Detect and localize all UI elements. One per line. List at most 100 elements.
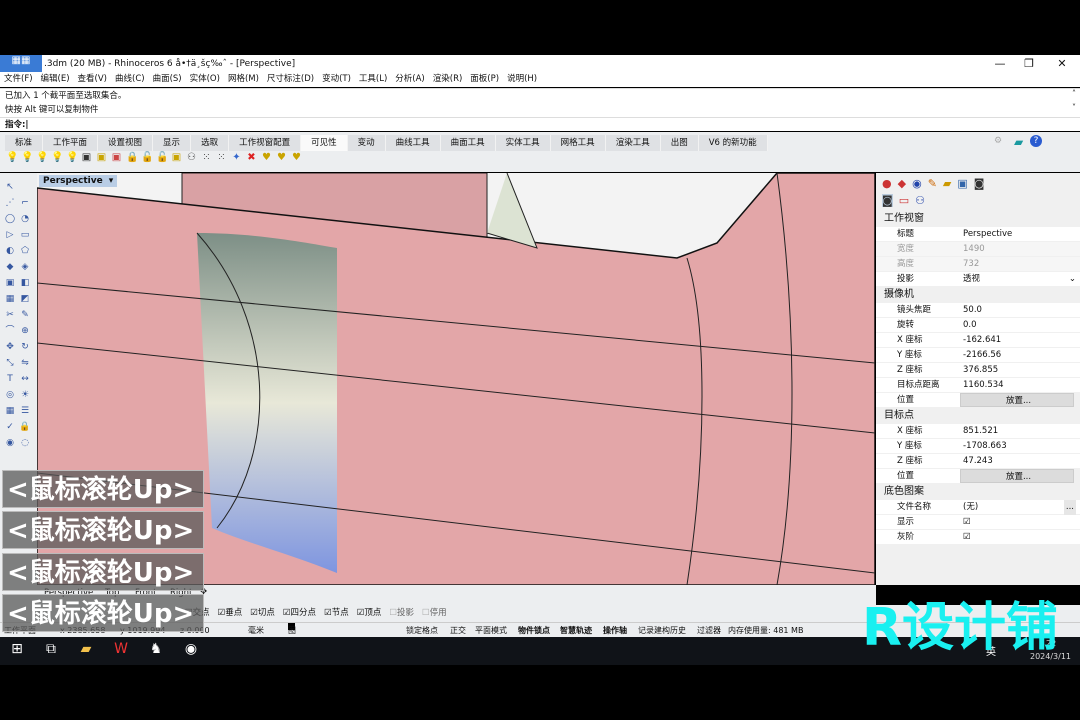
chevron-down-icon[interactable]: ▾ <box>109 176 114 186</box>
polyline-icon[interactable]: ⌐ <box>19 197 31 209</box>
shield-icon[interactable]: ♥ <box>291 152 302 164</box>
menu-help[interactable]: 说明(H) <box>507 72 537 87</box>
close-button[interactable]: ✕ <box>1047 55 1077 72</box>
checkbox-icon[interactable]: ☐ <box>422 608 430 618</box>
menu-curve[interactable]: 曲线(C) <box>115 72 145 87</box>
viewport-title[interactable]: Perspective ▾ <box>39 175 118 187</box>
obs-record-icon[interactable]: ◉ <box>180 641 202 661</box>
show-all-in-detail-icon[interactable]: ▣ <box>111 152 122 164</box>
surface-icon[interactable]: ◆ <box>4 261 16 273</box>
property-value[interactable]: ☑ <box>960 515 1080 529</box>
grid-icon[interactable]: ▦ <box>4 405 16 417</box>
tab-select[interactable]: 选取 <box>191 135 230 151</box>
restore-button[interactable]: ❐ <box>1014 55 1044 72</box>
show-selected-icon[interactable]: 💡 <box>36 152 48 164</box>
menu-solid[interactable]: 实体(O) <box>190 72 220 87</box>
unlock-selected-icon[interactable]: 🔓 <box>156 152 168 164</box>
property-value[interactable]: -162.641 <box>960 333 1080 347</box>
hide-swap-icon[interactable]: 💡 <box>51 152 63 164</box>
osnap-5[interactable]: ☑顶点 <box>357 605 382 622</box>
toggle-ortho[interactable]: 正交 <box>450 623 466 638</box>
tab-curve-tools[interactable]: 曲线工具 <box>385 135 441 151</box>
display-icon[interactable]: ▣ <box>957 177 967 190</box>
loft-icon[interactable]: ◈ <box>19 261 31 273</box>
delete-hidden-icon[interactable]: ✖ <box>246 152 257 164</box>
place-button[interactable]: 放置... <box>960 393 1074 407</box>
fillet-icon[interactable]: ⌒ <box>4 325 16 337</box>
show-points-icon[interactable]: ⁙ <box>216 152 227 164</box>
text-icon[interactable]: T <box>4 373 16 385</box>
target-icon[interactable]: ⚇ <box>915 194 925 207</box>
tab-transform[interactable]: 变动 <box>347 135 386 151</box>
toggle-smarttrack[interactable]: 智慧轨迹 <box>560 623 592 638</box>
command-input[interactable]: 指令:| <box>0 117 1080 131</box>
show-all-icon[interactable]: 💡 <box>66 152 78 164</box>
osnap-3[interactable]: ☑四分点 <box>283 605 316 622</box>
boolean-icon[interactable]: ◩ <box>19 293 31 305</box>
property-value[interactable]: 透视 ⌄ <box>960 272 1080 286</box>
menu-transform[interactable]: 变动(T) <box>322 72 351 87</box>
gear-icon[interactable]: ⚙ <box>994 136 1002 146</box>
layer-icon[interactable]: ☰ <box>19 405 31 417</box>
unlock-icon[interactable]: 🔓 <box>141 152 153 164</box>
hide-points-icon[interactable]: ⁙ <box>201 152 212 164</box>
hide-icon[interactable]: 💡 <box>6 152 18 164</box>
ellipse-icon[interactable]: ◐ <box>4 245 16 257</box>
property-value[interactable]: 851.521 <box>960 424 1080 438</box>
toggle-osnap[interactable]: 物件锁点 <box>518 623 550 638</box>
osnap-2[interactable]: ☑切点 <box>250 605 275 622</box>
menu-edit[interactable]: 编辑(E) <box>41 72 70 87</box>
scroll-down-icon[interactable]: ˅ <box>1072 103 1076 112</box>
help-icon[interactable]: ? <box>1030 135 1042 147</box>
chevron-down-icon[interactable]: ⌄ <box>1069 272 1076 287</box>
render-icon[interactable]: ☀ <box>19 389 31 401</box>
shield-icon[interactable]: ♥ <box>276 152 287 164</box>
toggle-history[interactable]: 记录建构历史 <box>638 623 686 638</box>
browse-button[interactable]: ... <box>1063 500 1076 515</box>
osnap-6[interactable]: ☐投影 <box>389 605 414 622</box>
folder-icon[interactable]: ▰ <box>943 177 951 190</box>
menu-file[interactable]: 文件(F) <box>4 72 33 87</box>
tab-render-tools[interactable]: 渲染工具 <box>605 135 661 151</box>
menu-analyze[interactable]: 分析(A) <box>395 72 424 87</box>
hide-object-icon[interactable]: ✦ <box>231 152 242 164</box>
shield-icon[interactable]: ♥ <box>261 152 272 164</box>
join-icon[interactable]: ⊕ <box>19 325 31 337</box>
mesh-icon[interactable]: ▦ <box>4 293 16 305</box>
mirror-icon[interactable]: ⇋ <box>19 357 31 369</box>
tab-display[interactable]: 显示 <box>153 135 192 151</box>
lock-icon[interactable]: 🔒 <box>126 152 138 164</box>
menu-view[interactable]: 查看(V) <box>78 72 107 87</box>
checkbox-icon[interactable]: ☑ <box>250 608 258 618</box>
tab-cplanes[interactable]: 工作平面 <box>43 135 99 151</box>
task-view-icon[interactable]: ⧉ <box>40 641 62 661</box>
property-value[interactable]: 1160.534 <box>960 378 1080 392</box>
menu-surface[interactable]: 曲面(S) <box>153 72 182 87</box>
checkbox-icon[interactable]: ☑ <box>324 608 332 618</box>
color-wheel-icon[interactable]: ● <box>882 177 892 190</box>
curve-icon[interactable]: ▷ <box>4 229 16 241</box>
rotate-icon[interactable]: ↻ <box>19 341 31 353</box>
move-icon[interactable]: ✥ <box>4 341 16 353</box>
show-in-detail-icon[interactable]: ▣ <box>96 152 107 164</box>
wps-icon[interactable]: W <box>110 641 132 661</box>
rhino-icon[interactable]: ♞ <box>145 641 167 661</box>
show-icon[interactable]: ◉ <box>4 437 16 449</box>
tab-drafting[interactable]: 出图 <box>660 135 699 151</box>
tab-surface-tools[interactable]: 曲面工具 <box>440 135 496 151</box>
toggle-grid-snap[interactable]: 锁定格点 <box>406 623 438 638</box>
check-icon[interactable]: ✓ <box>4 421 16 433</box>
lock-pair-icon[interactable]: ⚇ <box>186 152 197 164</box>
minimize-button[interactable]: — <box>985 55 1015 72</box>
toggle-filter[interactable]: 过滤器 <box>697 623 721 638</box>
property-value[interactable]: 50.0 <box>960 303 1080 317</box>
layers-icon[interactable]: ◆ <box>898 177 906 190</box>
tab-solid-tools[interactable]: 实体工具 <box>495 135 551 151</box>
property-value[interactable]: Perspective <box>960 227 1080 241</box>
osnap-1[interactable]: ☑垂点 <box>218 605 243 622</box>
tab-v6-new[interactable]: V6 的新功能 <box>698 135 768 151</box>
properties-icon[interactable]: ◉ <box>912 177 922 190</box>
menu-mesh[interactable]: 网格(M) <box>228 72 259 87</box>
toolbar-options-icon[interactable]: ▰ <box>1014 135 1023 149</box>
menu-panels[interactable]: 面板(P) <box>470 72 499 87</box>
